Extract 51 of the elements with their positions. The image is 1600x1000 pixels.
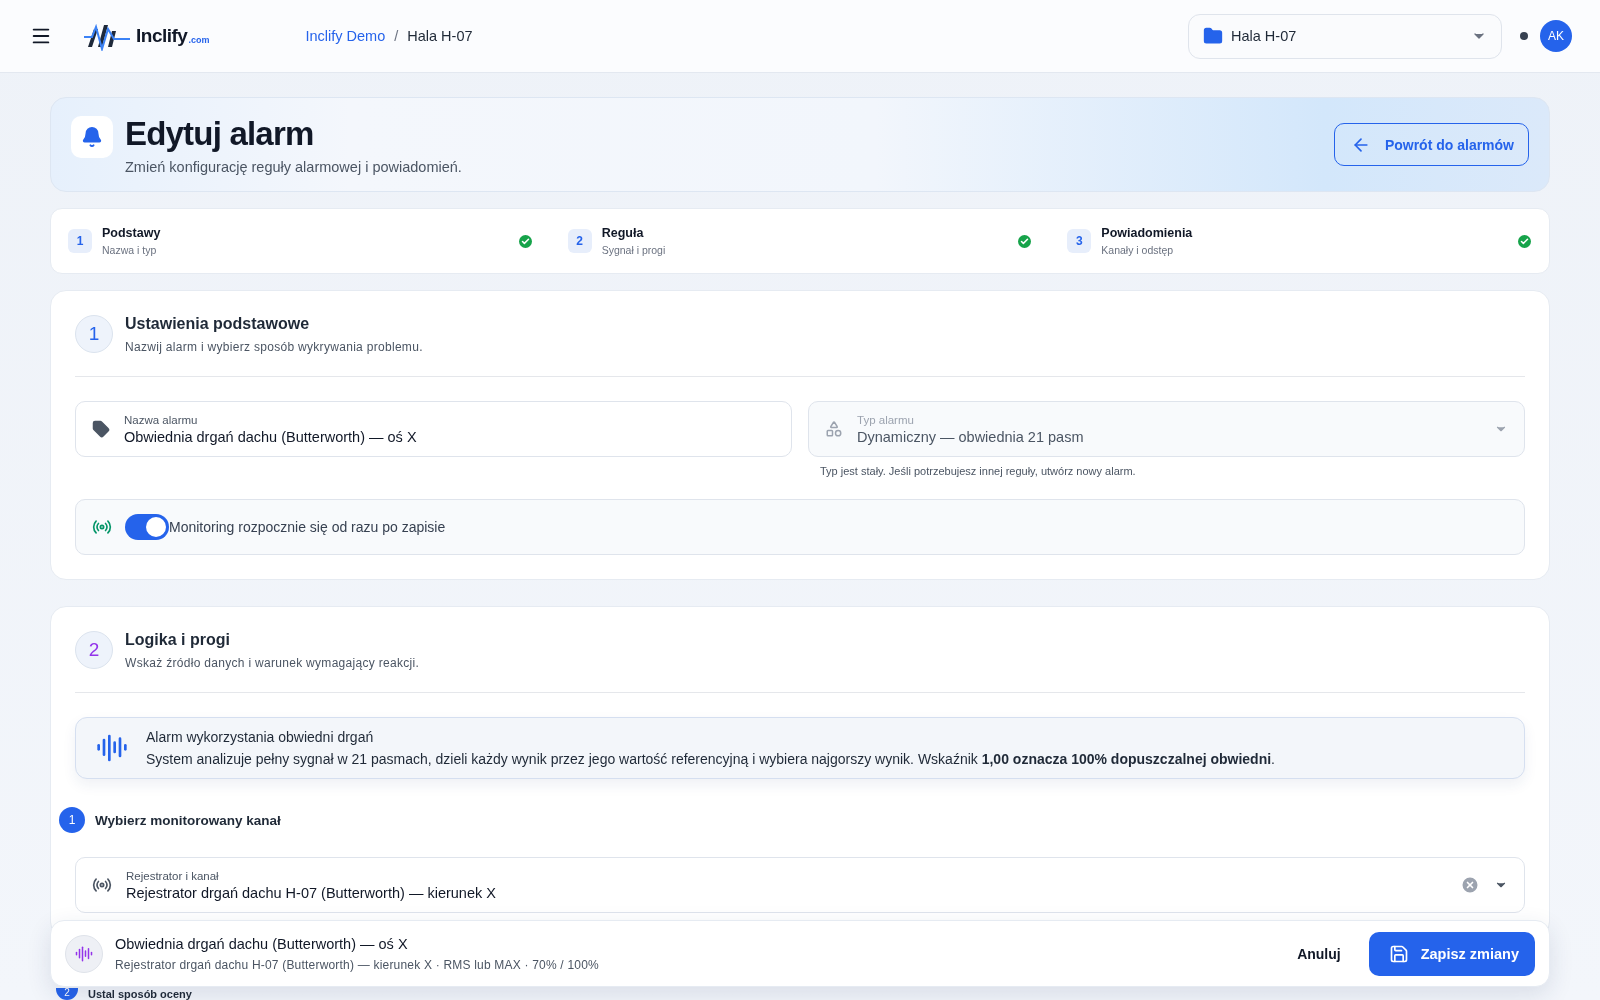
step-title[interactable]: Reguła: [601, 226, 1009, 240]
step-subtitle: Nazwa i typ: [102, 244, 158, 256]
toggle-switch[interactable]: [125, 514, 169, 540]
section-title: Ustawienia podstawowe: [125, 315, 311, 333]
brand-name: Inclify: [136, 25, 188, 47]
brand-suffix: .com: [188, 35, 210, 45]
name-field[interactable]: Nazwa alarmu Obwiednia drgań dachu (Butterworth) — oś X: [75, 401, 792, 457]
page-subtitle: Zmień konfigurację reguły alarmowej i powiadomień.: [125, 158, 462, 175]
section-number: 2: [75, 631, 113, 669]
back-button[interactable]: Powrót do alarmów: [1333, 123, 1529, 166]
step-subtitle: Sygnał i progi: [601, 244, 667, 256]
info-title: Alarm wykorzystania obwiedni drgań: [146, 729, 375, 745]
breadcrumb-link[interactable]: Inclify Demo: [305, 28, 386, 44]
folder-icon: [1203, 26, 1223, 46]
step-number: 2: [567, 229, 592, 253]
broadcast-icon: [92, 517, 112, 537]
cancel-button[interactable]: Anuluj: [1291, 944, 1347, 963]
breadcrumb-separator: /: [394, 28, 399, 44]
save-button[interactable]: Zapisz zmiany: [1368, 931, 1535, 976]
step-title[interactable]: Podstawy: [102, 226, 509, 240]
step-number: 3: [1067, 229, 1092, 253]
page-title: Edytuj alarm: [125, 114, 315, 153]
field-hint: Typ jest stały. Jeśli potrzebujesz innej reguły, utwórz nowy alarm.: [819, 465, 1137, 477]
bell-icon: [71, 116, 113, 158]
site-select[interactable]: Hala H-07: [1188, 13, 1502, 59]
waveform-icon: [65, 934, 103, 973]
type-select: Typ alarmu Dynamiczny — obwiednia 21 pasm: [808, 401, 1525, 457]
summary-details: Rejestrator drgań dachu H-07 (Butterworth) — kierunek X · RMS lub MAX · 70% / 100%: [115, 957, 600, 972]
substep-number: 2: [56, 988, 78, 1000]
substep-title: Wybierz monitorowany kanał: [95, 812, 281, 828]
substep-number: 1: [59, 807, 85, 833]
step-number: 1: [68, 229, 92, 253]
toggle-label: Monitoring rozpocznie się od razu po zapisie: [169, 519, 446, 535]
step-title[interactable]: Powiadomienia: [1101, 226, 1508, 240]
waveform-icon: [96, 732, 128, 764]
step-subtitle: Kanały i odstęp: [1101, 244, 1175, 256]
tag-icon: [92, 420, 110, 438]
broadcast-icon: [92, 875, 112, 895]
section-subtitle: Nazwij alarm i wybierz sposób wykrywania problemu.: [125, 340, 423, 354]
summary-title: Obwiednia drgań dachu (Butterworth) — oś X: [115, 935, 409, 952]
status-dot: [1520, 32, 1528, 40]
section-number: 1: [75, 315, 113, 353]
breadcrumb-current: Hala H-07: [407, 28, 473, 44]
save-icon: [1388, 943, 1409, 964]
shapes-icon: [825, 420, 843, 438]
section-subtitle: Wskaż źródło danych i warunek wymagający reakcji.: [125, 656, 420, 670]
section-title: Logika i progi: [125, 631, 231, 649]
substep-title: Ustal sposób oceny: [88, 988, 192, 1000]
channel-select[interactable]: Rejestrator i kanał Rejestrator drgań dachu H-07 (Butterworth) — kierunek X: [75, 857, 1525, 913]
user-avatar[interactable]: AK: [1540, 20, 1572, 52]
info-text: System analizuje pełny sygnał w 21 pasmach, dzieli każdy wynik przez jego wartość referencyjną i wybiera najgorszy wynik. Wskaźnik 1,00 oznacza 100% dopuszczalnej obwiedni.: [146, 751, 1275, 767]
